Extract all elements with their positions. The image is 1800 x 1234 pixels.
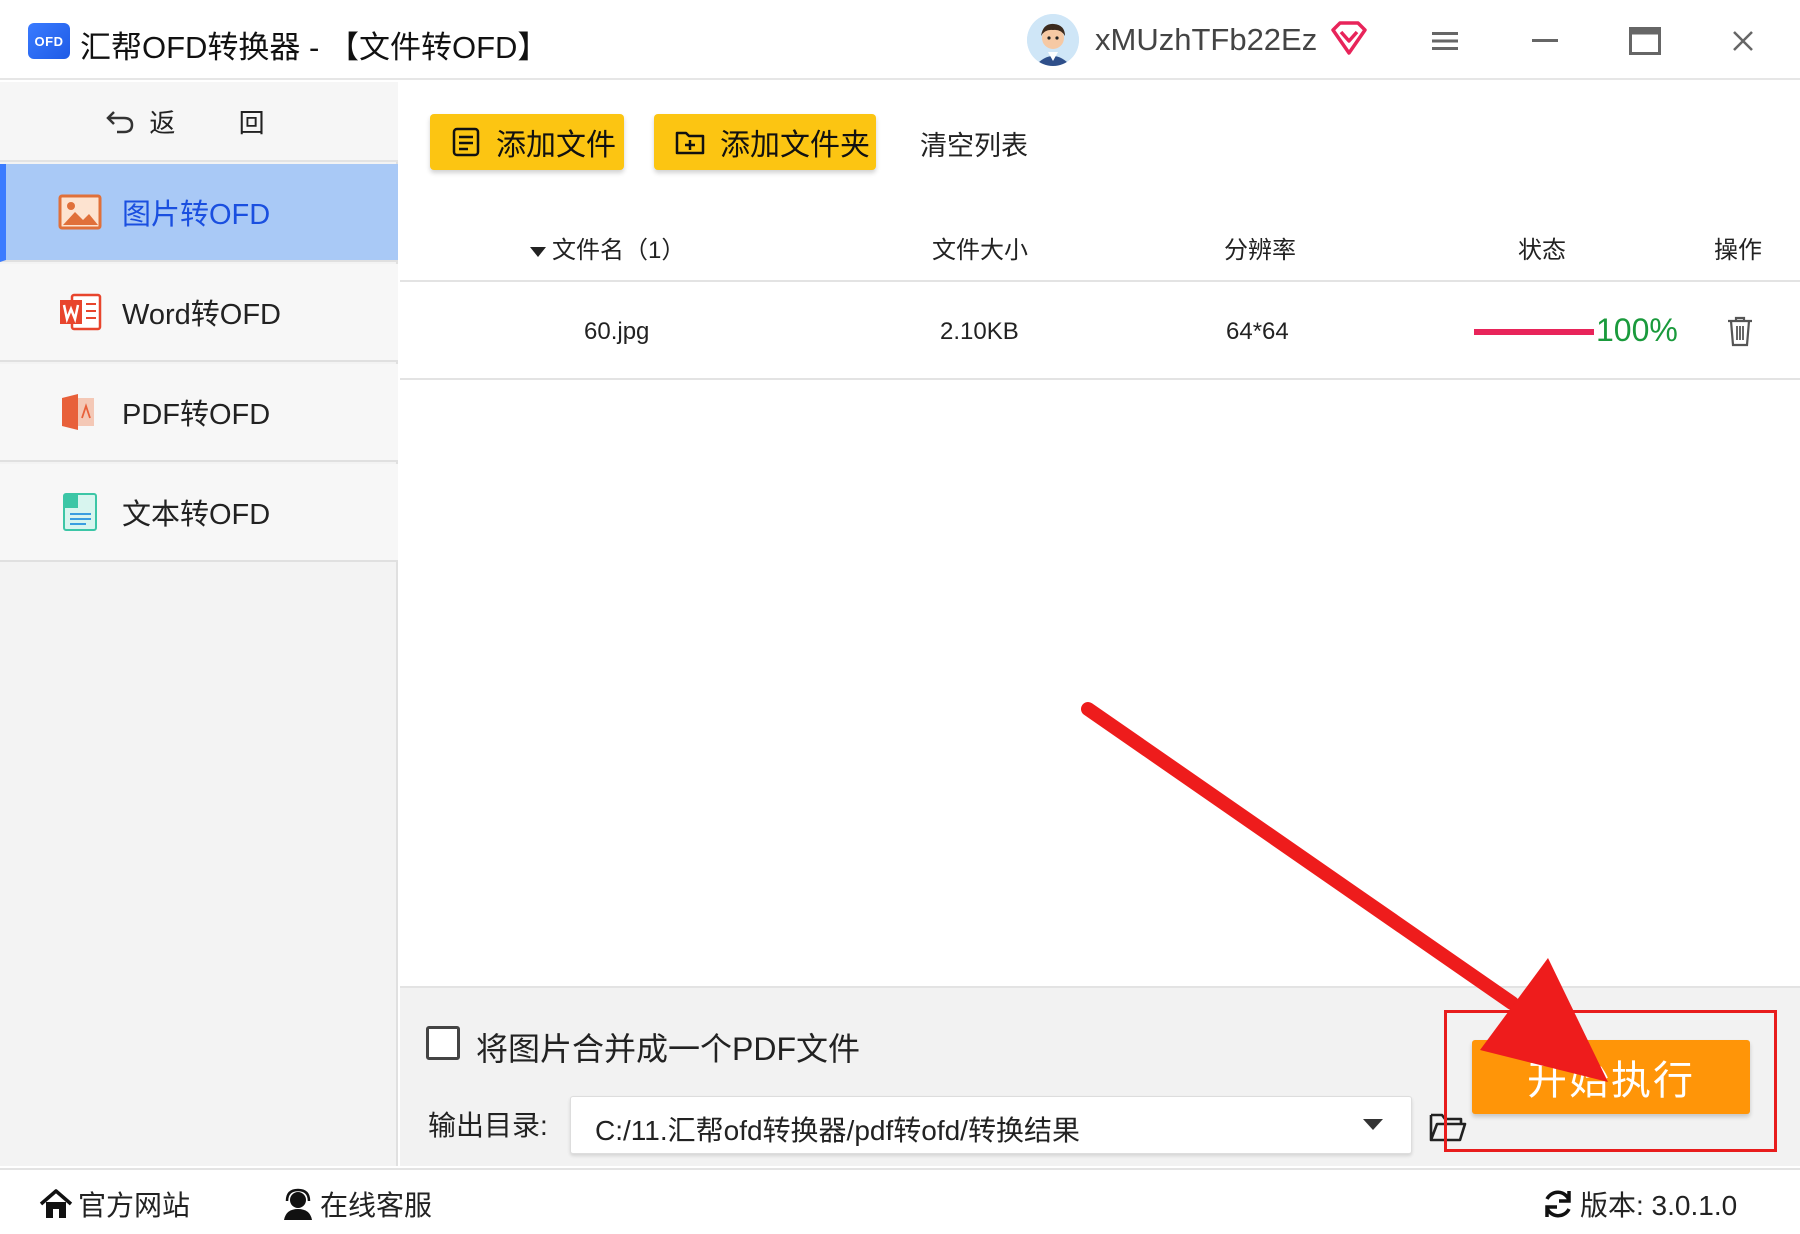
word-icon xyxy=(60,293,102,331)
sidebar-item-label: 图片转OFD xyxy=(122,199,271,231)
merge-label[interactable]: 将图片合并成一个PDF文件 xyxy=(476,1024,860,1070)
close-icon[interactable] xyxy=(1720,18,1766,64)
sidebar-item-word-to-ofd[interactable]: Word转OFD xyxy=(0,264,398,362)
back-button[interactable]: 返 回 xyxy=(0,82,398,162)
column-filename[interactable]: 文件名（1） xyxy=(530,230,685,265)
file-name: 60.jpg xyxy=(584,318,650,345)
sidebar: 返 回 图片转OFD Word转OFD PDF转OFD 文本转OFD xyxy=(0,82,398,1166)
pdf-icon xyxy=(62,394,94,430)
add-folder-button[interactable]: 添加文件夹 xyxy=(654,114,876,170)
column-status: 状态 xyxy=(1518,237,1566,264)
add-folder-label: 添加文件夹 xyxy=(720,129,870,162)
text-file-icon xyxy=(63,493,97,531)
table-row[interactable]: 60.jpg 2.10KB 64*64 100% xyxy=(400,284,1800,380)
official-site-link[interactable]: 官方网站 xyxy=(38,1184,190,1224)
merge-checkbox[interactable] xyxy=(426,1026,460,1060)
status-percent: 100% xyxy=(1596,312,1678,348)
refresh-icon xyxy=(1545,1190,1571,1218)
window-title: 汇帮OFD转换器 - 【文件转OFD】 xyxy=(80,30,549,65)
title-bar: OFD 汇帮OFD转换器 - 【文件转OFD】 xMUzhTFb22Ez xyxy=(0,0,1800,80)
sidebar-item-pdf-to-ofd[interactable]: PDF转OFD xyxy=(0,364,398,462)
support-agent-icon xyxy=(284,1188,312,1220)
online-support-link[interactable]: 在线客服 xyxy=(280,1184,432,1224)
add-folder-icon xyxy=(675,131,705,155)
avatar[interactable] xyxy=(1027,14,1079,66)
file-size: 2.10KB xyxy=(940,318,1019,345)
column-actions: 操作 xyxy=(1714,237,1762,264)
sidebar-item-image-to-ofd[interactable]: 图片转OFD xyxy=(0,164,398,262)
start-button[interactable]: 开始执行 xyxy=(1472,1040,1750,1114)
back-label: 返 回 xyxy=(149,107,293,138)
version-label: 版本: 3.0.1.0 xyxy=(1580,1190,1738,1221)
clear-list-button[interactable]: 清空列表 xyxy=(920,124,1028,163)
app-logo-text: OFD xyxy=(34,33,64,49)
output-dir-label: 输出目录: xyxy=(428,1110,548,1141)
trash-icon[interactable] xyxy=(1724,314,1756,348)
image-icon xyxy=(58,194,102,230)
file-resolution: 64*64 xyxy=(1226,318,1289,345)
minimize-icon[interactable] xyxy=(1522,18,1568,64)
column-resolution: 分辨率 xyxy=(1224,237,1296,264)
version-info[interactable]: 版本: 3.0.1.0 xyxy=(1540,1184,1737,1224)
official-site-label: 官方网站 xyxy=(78,1190,191,1221)
sidebar-item-text-to-ofd[interactable]: 文本转OFD xyxy=(0,464,398,562)
add-file-icon xyxy=(452,127,480,157)
sidebar-item-label: Word转OFD xyxy=(122,299,281,331)
back-arrow-icon xyxy=(106,111,134,134)
vip-diamond-icon[interactable] xyxy=(1330,20,1368,56)
sidebar-item-label: 文本转OFD xyxy=(122,499,271,531)
column-filesize: 文件大小 xyxy=(932,237,1028,264)
chevron-down-icon xyxy=(1363,1119,1383,1130)
sort-caret-icon xyxy=(530,246,546,257)
output-dir-select[interactable]: C:/11.汇帮ofd转换器/pdf转ofd/转换结果 xyxy=(570,1096,1412,1154)
progress-fill xyxy=(1474,329,1594,335)
maximize-icon[interactable] xyxy=(1622,18,1668,64)
bottom-panel: 将图片合并成一个PDF文件 输出目录: C:/11.汇帮ofd转换器/pdf转o… xyxy=(400,986,1800,1166)
username: xMUzhTFb22Ez xyxy=(1095,22,1318,57)
menu-icon[interactable] xyxy=(1422,18,1468,64)
sidebar-item-label: PDF转OFD xyxy=(122,399,271,431)
progress-bar xyxy=(1474,329,1594,335)
column-filename-label: 文件名（1） xyxy=(552,237,686,264)
app-logo: OFD xyxy=(28,23,70,59)
add-file-label: 添加文件 xyxy=(496,129,616,162)
online-support-label: 在线客服 xyxy=(320,1190,433,1221)
status-bar: 官方网站 在线客服 版本: 3.0.1.0 xyxy=(0,1168,1800,1234)
output-dir-value: C:/11.汇帮ofd转换器/pdf转ofd/转换结果 xyxy=(595,1115,1080,1146)
add-file-button[interactable]: 添加文件 xyxy=(430,114,624,170)
file-table-header: 文件名（1） 文件大小 分辨率 状态 操作 xyxy=(400,210,1800,282)
home-icon xyxy=(39,1189,73,1218)
